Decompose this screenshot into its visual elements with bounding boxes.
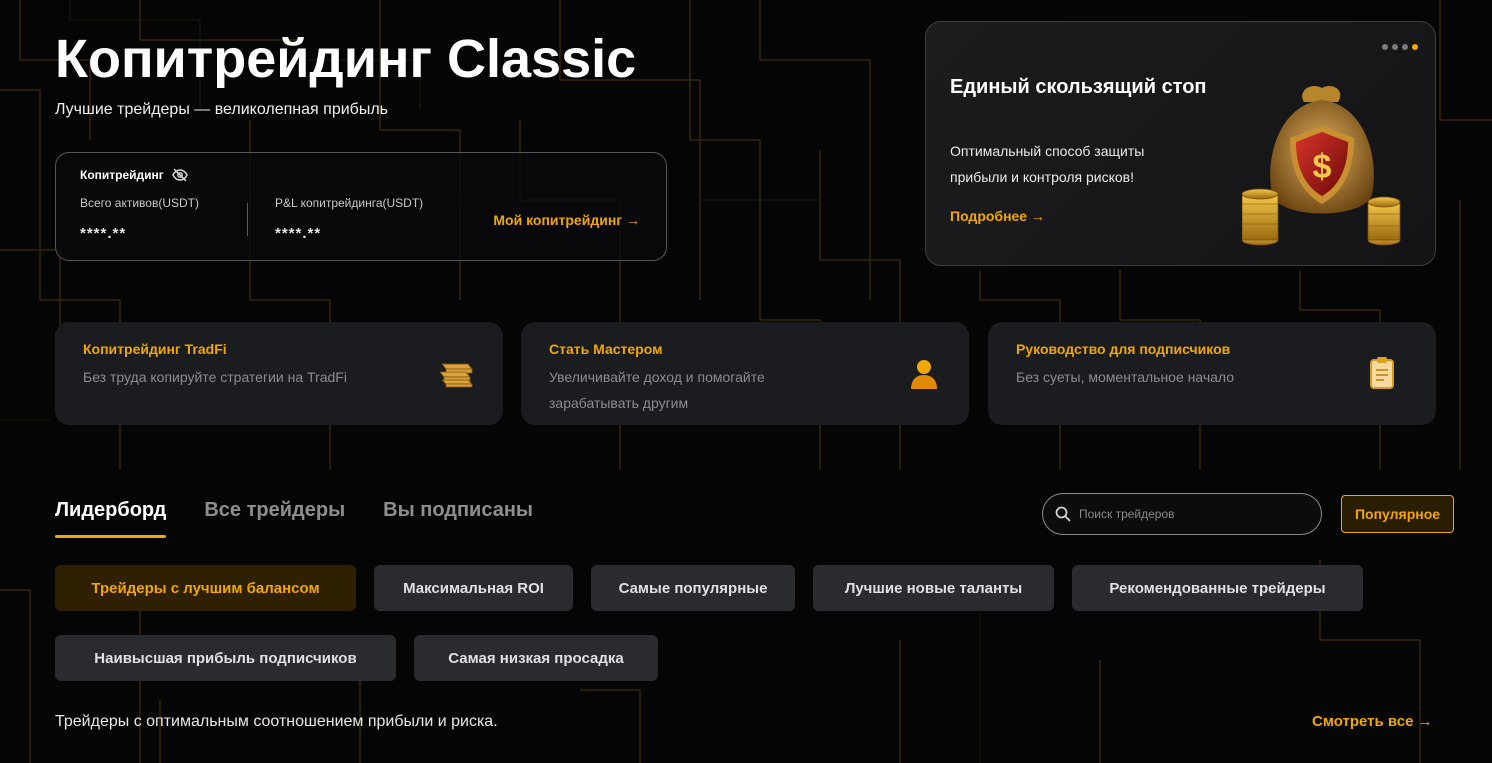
feature-card-guide[interactable]: Руководство для подписчиков Без суеты, м… [988, 322, 1436, 425]
promo-text: Оптимальный способ защиты прибыли и конт… [950, 143, 1145, 185]
assets-card: Копитрейдинг Всего активов(USDT) ****.**… [55, 152, 667, 261]
svg-text:$: $ [1313, 148, 1332, 186]
pnl-label: P&L копитрейдинга(USDT) [275, 196, 424, 210]
my-copytrading-link[interactable]: Мой копитрейдинг → [493, 212, 640, 228]
feature-title: Руководство для подписчиков [1016, 341, 1231, 357]
feature-title: Стать Мастером [549, 341, 663, 357]
pnl-value: ****.** [275, 225, 322, 242]
page-title: Копитрейдинг Classic [55, 29, 637, 89]
assets-heading: Копитрейдинг [80, 168, 164, 182]
chip-highest-subscriber-profit[interactable]: Наивысшая прибыль подписчиков [55, 635, 396, 681]
carousel-dot[interactable] [1402, 44, 1408, 50]
search-icon [1055, 506, 1071, 522]
eye-off-icon[interactable] [171, 168, 188, 182]
user-icon [911, 360, 937, 389]
carousel-dot-active[interactable] [1412, 44, 1418, 50]
total-assets-value: ****.** [80, 225, 127, 242]
feature-desc: Увеличивайте доход и помогайте зарабатыв… [549, 369, 765, 411]
sort-popular-button[interactable]: Популярное [1341, 495, 1454, 533]
clipboard-icon [1370, 357, 1394, 389]
feature-desc: Без суеты, моментальное начало [1016, 369, 1235, 385]
assets-header: Копитрейдинг [80, 168, 188, 182]
money-bag-icon: $ [1242, 85, 1401, 246]
promo-title: Единый скользящий стоп [950, 76, 1207, 98]
gold-bars-icon [439, 363, 473, 388]
chip-best-balance[interactable]: Трейдеры с лучшим балансом [55, 565, 356, 611]
carousel-dot[interactable] [1382, 44, 1388, 50]
chip-max-roi[interactable]: Максимальная ROI [374, 565, 573, 611]
promo-banner[interactable]: Единый скользящий стоп Оптимальный спосо… [925, 21, 1436, 266]
promo-more-link[interactable]: Подробнее → [950, 208, 1045, 224]
see-all-link[interactable]: Смотреть все → [1312, 713, 1433, 730]
feature-desc: Без труда копируйте стратегии на TradFi [83, 369, 347, 385]
leaderboard-tabs: Лидерборд Все трейдеры Вы подписаны [55, 499, 533, 538]
carousel-dot[interactable] [1392, 44, 1398, 50]
leaderboard-description: Трейдеры с оптимальным соотношением приб… [55, 713, 498, 730]
feature-title: Копитрейдинг TradFi [83, 341, 227, 357]
chip-most-popular[interactable]: Самые популярные [591, 565, 795, 611]
tab-subscribed[interactable]: Вы подписаны [383, 499, 533, 538]
chip-new-talents[interactable]: Лучшие новые таланты [813, 565, 1054, 611]
chip-lowest-drawdown[interactable]: Самая низкая просадка [414, 635, 658, 681]
search-input[interactable] [1079, 507, 1309, 521]
assets-divider [247, 203, 248, 236]
carousel-dots [1382, 44, 1418, 50]
total-assets-label: Всего активов(USDT) [80, 196, 200, 210]
tab-all-traders[interactable]: Все трейдеры [204, 499, 345, 538]
feature-card-master[interactable]: Стать Мастером Увеличивайте доход и помо… [521, 322, 969, 425]
tab-leaderboard[interactable]: Лидерборд [55, 499, 167, 538]
search-box [1042, 493, 1322, 535]
chip-recommended[interactable]: Рекомендованные трейдеры [1072, 565, 1363, 611]
page-subtitle: Лучшие трейдеры — великолепная прибыль [55, 101, 388, 118]
feature-card-tradfi[interactable]: Копитрейдинг TradFi Без труда копируйте … [55, 322, 503, 425]
